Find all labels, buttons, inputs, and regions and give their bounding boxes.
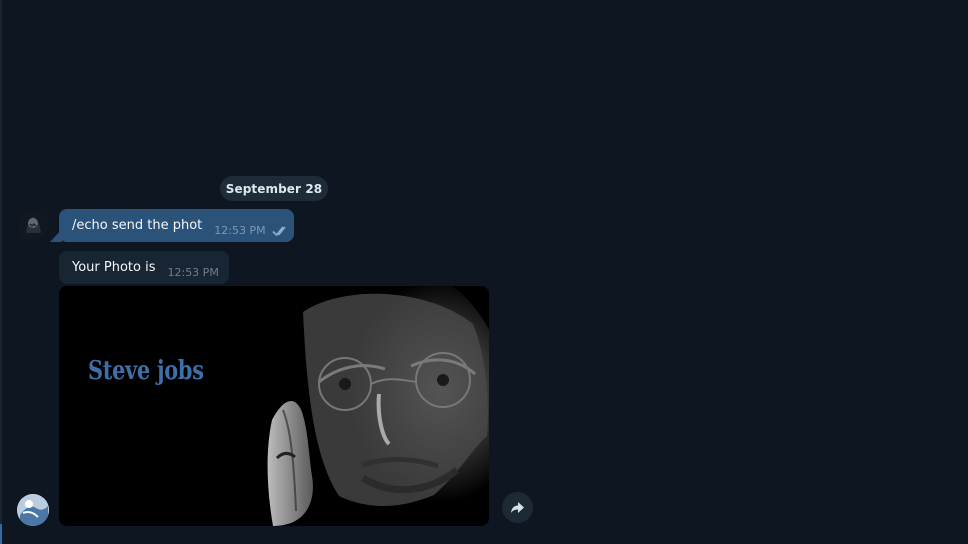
date-separator: September 28 [220,176,328,201]
photo-caption-text: Steve jobs [88,356,204,386]
incoming-message-bubble[interactable]: Your Photo is 12:53 PM [59,251,229,284]
incoming-message-text: Your Photo is [72,260,156,275]
double-check-icon [272,225,290,237]
forward-icon [511,502,524,513]
outgoing-message-text: /echo send the phot [72,218,203,233]
forward-button[interactable] [502,492,533,523]
active-indicator [0,524,2,544]
photo-message[interactable]: Steve jobs [59,286,489,526]
incoming-message-time: 12:53 PM [167,266,219,279]
left-panel-edge [0,0,2,544]
user-avatar[interactable] [17,209,49,241]
bot-avatar[interactable] [17,494,49,526]
portrait-photo [59,286,489,526]
outgoing-message-bubble[interactable]: /echo send the phot 12:53 PM [59,209,294,242]
outgoing-message-time: 12:53 PM [214,224,266,237]
